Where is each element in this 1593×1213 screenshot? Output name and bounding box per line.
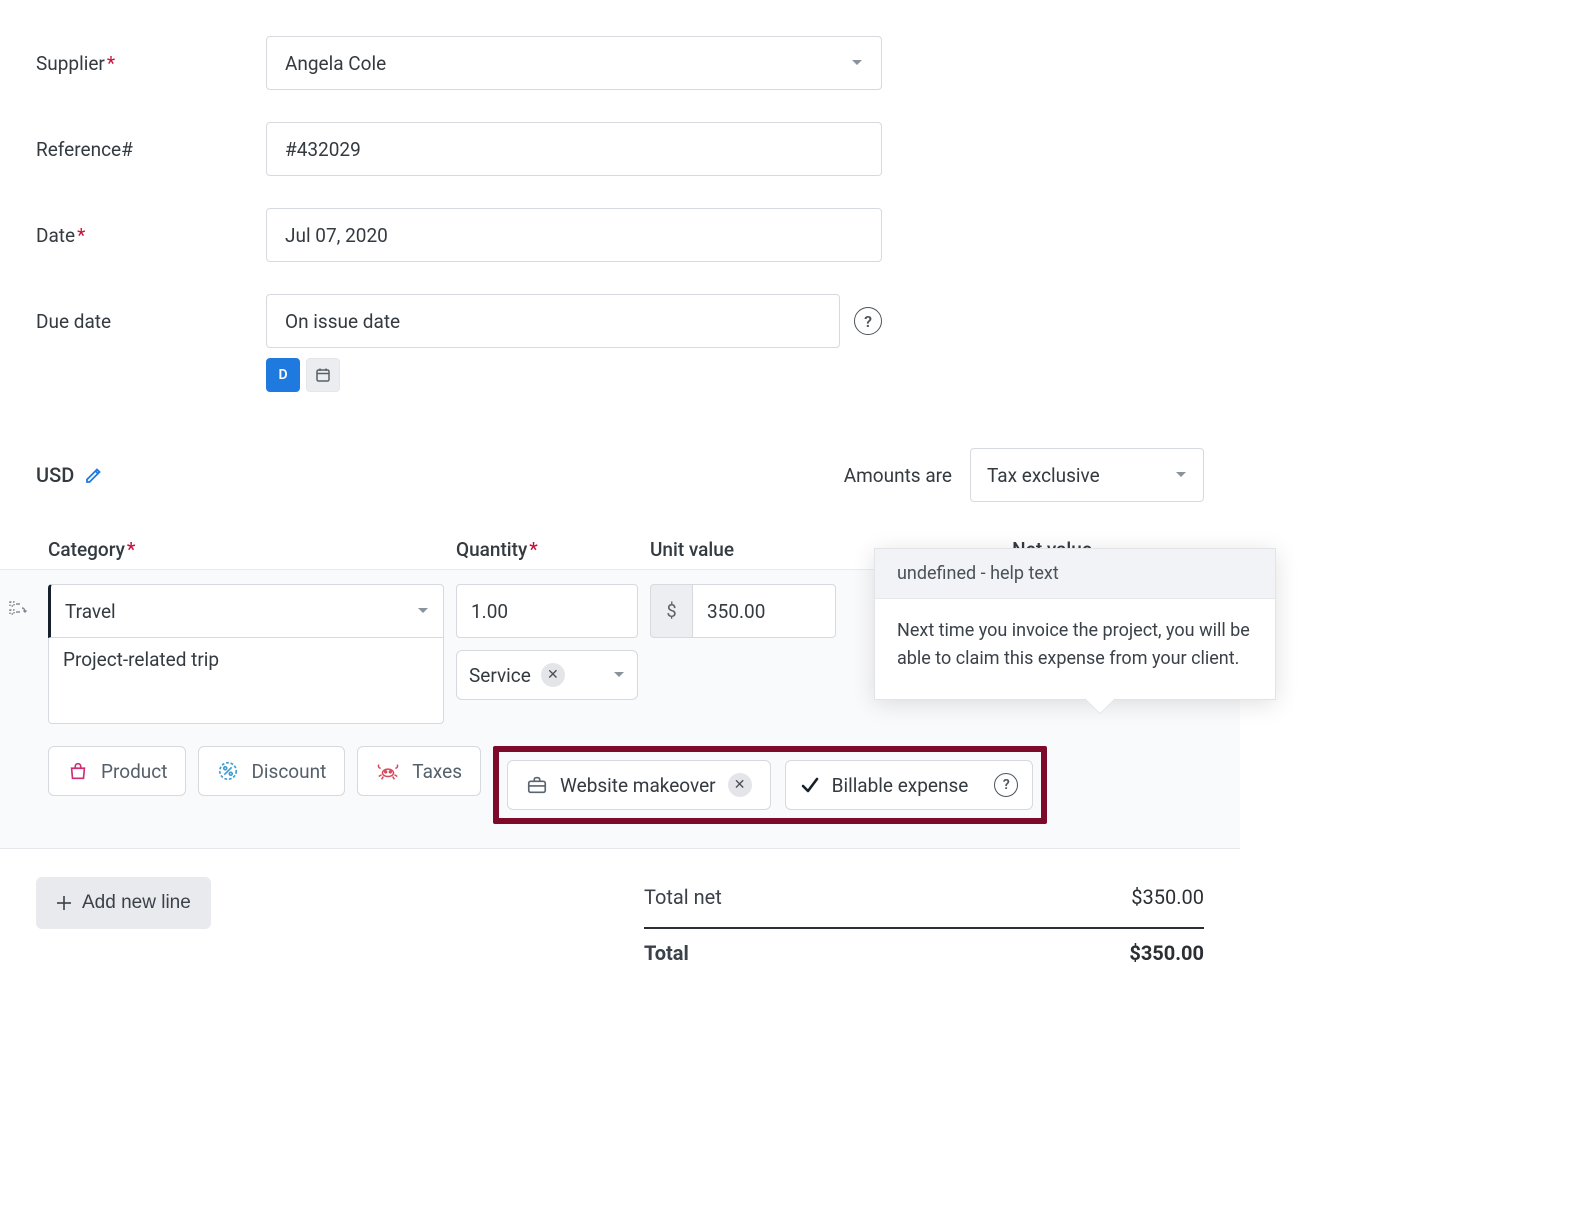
currency-display[interactable]: USD	[36, 463, 104, 487]
supplier-row: Supplier* Angela Cole	[36, 36, 1204, 90]
billable-highlight: Website makeover ✕ Billable expense ?	[493, 746, 1047, 824]
due-date-row: Due date On issue date ? D	[36, 294, 1204, 392]
item-type-select[interactable]: Service ✕	[456, 650, 638, 700]
date-row: Date* Jul 07, 2020	[36, 208, 1204, 262]
date-input[interactable]: Jul 07, 2020	[266, 208, 882, 262]
due-mode-calendar-button[interactable]	[306, 358, 340, 392]
totals: Total net $350.00 Total $350.00	[644, 873, 1204, 977]
billable-tooltip: undefined - help text Next time you invo…	[874, 548, 1276, 700]
due-mode-days-button[interactable]: D	[266, 358, 300, 392]
category-select[interactable]: Travel	[48, 584, 444, 638]
clear-icon[interactable]: ✕	[541, 663, 565, 687]
remove-project-icon[interactable]: ✕	[728, 773, 752, 797]
amounts-are-label: Amounts are	[844, 464, 952, 487]
discount-button[interactable]: Discount	[198, 746, 345, 796]
add-line-button[interactable]: Add new line	[36, 877, 211, 929]
due-date-input[interactable]: On issue date	[266, 294, 840, 348]
bag-icon	[67, 760, 89, 782]
pencil-icon	[84, 465, 104, 485]
tooltip-body: Next time you invoice the project, you w…	[875, 599, 1275, 699]
supplier-select[interactable]: Angela Cole	[266, 36, 882, 90]
help-icon[interactable]: ?	[854, 307, 882, 335]
currency-symbol: $	[650, 584, 692, 638]
calendar-icon	[315, 367, 331, 383]
total-net-value: $350.00	[1131, 885, 1204, 909]
line-item-panel: Travel 1.00 $ 350.00 Project-related tri…	[0, 569, 1240, 849]
plus-icon	[56, 895, 72, 911]
drag-handle-icon[interactable]	[8, 598, 28, 618]
description-input[interactable]: Project-related trip	[48, 638, 444, 724]
date-label: Date*	[36, 208, 266, 247]
help-icon[interactable]: ?	[994, 773, 1018, 797]
quantity-input[interactable]: 1.00	[456, 584, 638, 638]
briefcase-icon	[526, 774, 548, 796]
percent-icon	[217, 760, 239, 782]
crab-icon	[376, 760, 400, 782]
total-value: $350.00	[1129, 941, 1204, 965]
supplier-label: Supplier*	[36, 36, 266, 75]
reference-row: Reference# #432029	[36, 122, 1204, 176]
reference-label: Reference#	[36, 122, 266, 161]
chevron-down-icon	[851, 59, 863, 67]
chevron-down-icon	[613, 671, 625, 679]
tooltip-title: undefined - help text	[875, 549, 1275, 599]
due-date-label: Due date	[36, 294, 266, 333]
reference-input[interactable]: #432029	[266, 122, 882, 176]
unit-value-input[interactable]: $ 350.00	[650, 584, 836, 638]
taxes-button[interactable]: Taxes	[357, 746, 481, 796]
product-button[interactable]: Product	[48, 746, 186, 796]
chevron-down-icon	[417, 607, 429, 615]
billable-expense-toggle[interactable]: Billable expense ?	[785, 760, 1034, 810]
project-tag[interactable]: Website makeover ✕	[507, 760, 771, 810]
check-icon	[800, 775, 820, 795]
tax-mode-select[interactable]: Tax exclusive	[970, 448, 1204, 502]
total-net-label: Total net	[644, 885, 722, 909]
total-label: Total	[644, 941, 689, 965]
chevron-down-icon	[1175, 471, 1187, 479]
